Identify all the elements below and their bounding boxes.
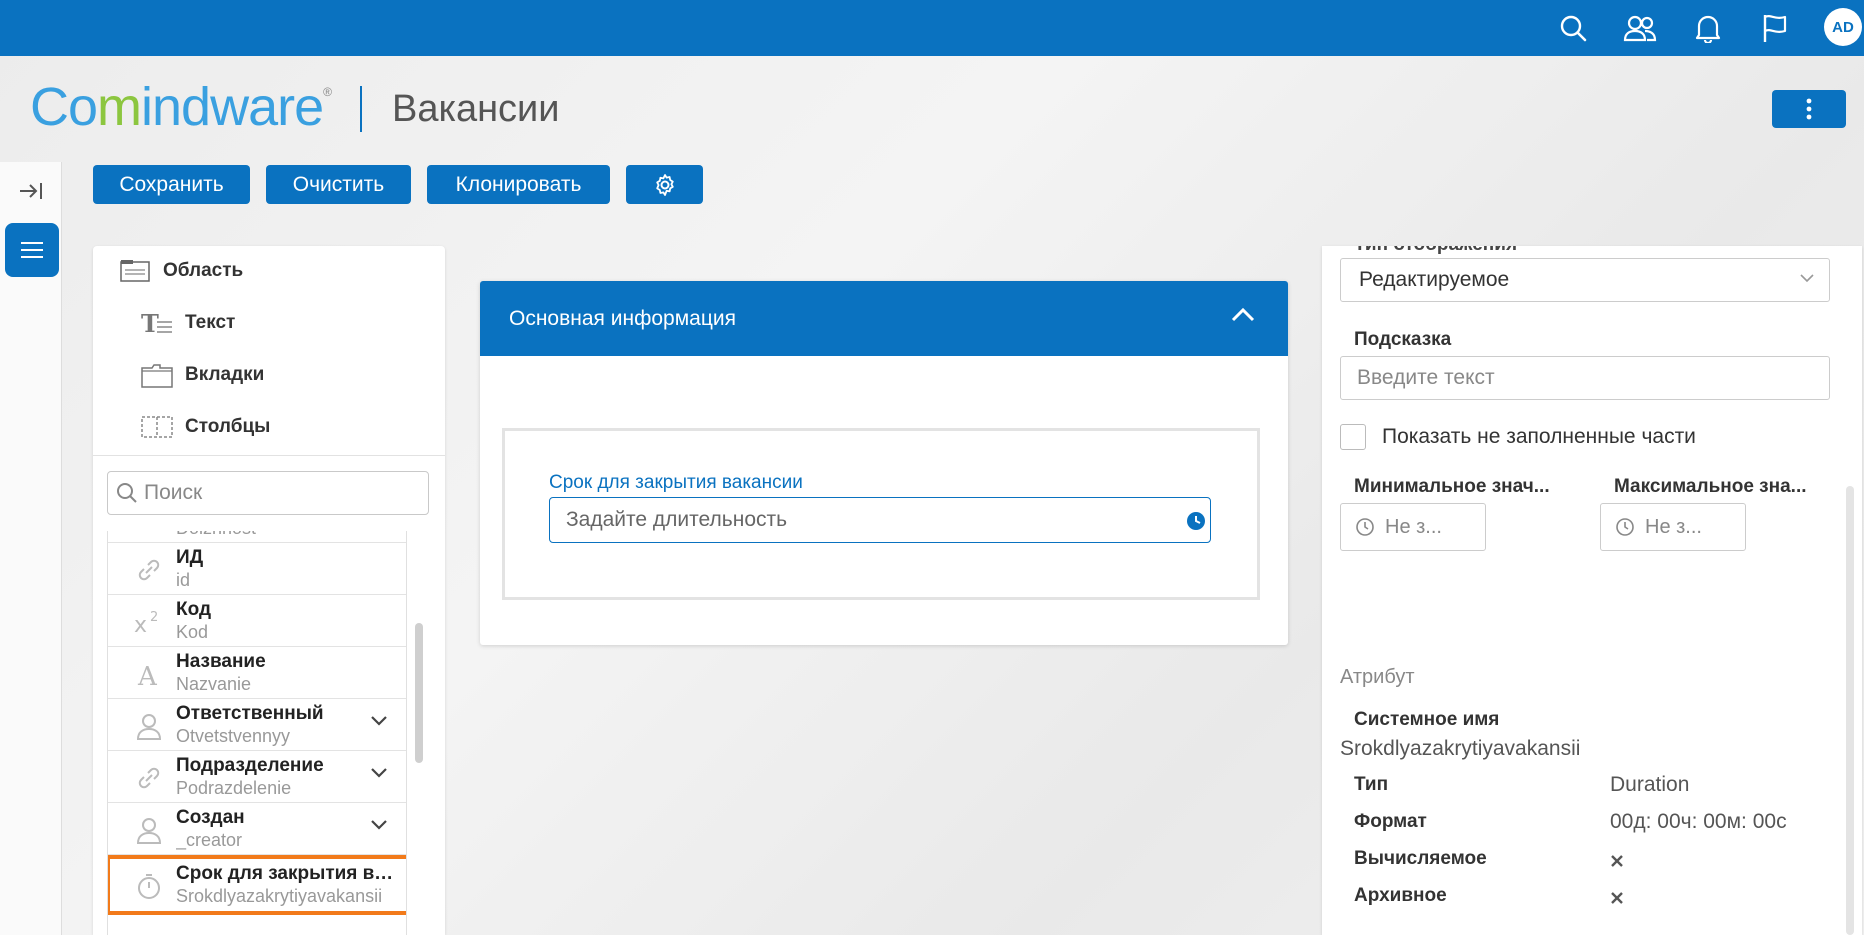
list-item[interactable]: Ответственный Otvetstvennyy <box>108 699 406 751</box>
components-panel: Область T Текст Вкладки Столбцы Поиск Do… <box>93 246 445 935</box>
comindware-logo: Comindware® <box>30 77 332 137</box>
list-item-selected[interactable]: Срок для закрытия вакансии Srokdlyazakry… <box>108 855 406 915</box>
svg-text:A: A <box>137 662 158 688</box>
clear-button[interactable]: Очистить <box>266 165 411 204</box>
format-label: Формат <box>1354 811 1427 832</box>
chevron-down-icon[interactable] <box>370 767 388 779</box>
kebab-icon <box>1806 98 1812 120</box>
display-type-label: Тип отображения <box>1354 246 1517 256</box>
panel-separator <box>93 455 445 456</box>
superscript-icon: x2 <box>134 607 164 637</box>
stopwatch-icon <box>134 871 164 901</box>
list-item[interactable]: Подразделение Podrazdelenie <box>108 751 406 803</box>
clock-icon <box>1615 517 1635 537</box>
tabs-icon <box>141 362 173 388</box>
duration-input[interactable]: Задайте длительность <box>549 497 1211 543</box>
clock-icon <box>1355 517 1375 537</box>
navigation-menu-button[interactable] <box>5 223 59 277</box>
columns-icon <box>141 414 173 440</box>
chevron-down-icon <box>1800 274 1814 283</box>
hint-input[interactable]: Введите текст <box>1340 356 1830 400</box>
chevron-up-icon[interactable] <box>1230 305 1256 323</box>
svg-text:T: T <box>141 310 159 336</box>
component-text[interactable]: T Текст <box>141 310 235 336</box>
field-label: Срок для закрытия вакансии <box>549 472 803 493</box>
properties-scrollbar[interactable] <box>1846 486 1854 935</box>
clone-button[interactable]: Клонировать <box>427 165 610 204</box>
display-type-select[interactable]: Редактируемое <box>1340 258 1830 302</box>
expand-sidebar-button[interactable] <box>16 176 46 206</box>
list-item[interactable]: A Название Nazvanie <box>108 647 406 699</box>
expand-arrow-icon <box>20 183 42 199</box>
component-tabs[interactable]: Вкладки <box>141 362 264 388</box>
clock-icon[interactable] <box>1186 511 1206 531</box>
system-name-label: Системное имя <box>1354 709 1500 730</box>
min-value-label: Минимальное знач... <box>1354 476 1550 497</box>
max-value-input[interactable]: Не з... <box>1600 503 1746 551</box>
search-icon[interactable] <box>1555 10 1591 46</box>
users-icon[interactable] <box>1622 10 1658 46</box>
user-icon <box>134 711 164 741</box>
hint-label: Подсказка <box>1354 329 1452 350</box>
list-item[interactable]: Создан _creator <box>108 803 406 855</box>
flag-icon[interactable] <box>1757 10 1793 46</box>
attribute-list-scrollbar[interactable] <box>415 623 423 763</box>
chevron-down-icon[interactable] <box>370 715 388 727</box>
archived-label: Архивное <box>1354 885 1447 906</box>
more-menu-button[interactable] <box>1772 90 1846 128</box>
cross-icon <box>1611 892 1623 904</box>
cross-icon <box>1611 855 1623 867</box>
system-name-value: Srokdlyazakrytiyavakansii <box>1340 737 1581 760</box>
svg-text:x: x <box>134 613 147 636</box>
user-avatar[interactable]: AD <box>1824 8 1862 46</box>
form-section-card: Основная информация Срок для закрытия ва… <box>480 281 1288 645</box>
list-item[interactable]: x2 Код Kod <box>108 595 406 647</box>
list-item[interactable]: ИД id <box>108 543 406 595</box>
search-icon <box>116 482 138 504</box>
gear-icon <box>655 173 674 196</box>
attribute-section-title: Атрибут <box>1340 666 1415 688</box>
computed-label: Вычисляемое <box>1354 848 1487 869</box>
show-empty-label: Показать не заполненные части <box>1382 425 1696 448</box>
type-value: Duration <box>1610 773 1690 796</box>
header-divider <box>360 86 362 132</box>
component-area[interactable]: Область <box>119 258 243 284</box>
attribute-list: Dolzhnost ИД id x2 Код Kod A Название Na… <box>107 531 407 935</box>
left-rail <box>0 162 62 935</box>
link-icon <box>134 763 164 793</box>
section-title: Основная информация <box>509 306 736 330</box>
list-item[interactable]: Dolzhnost <box>108 531 406 543</box>
area-icon <box>119 258 151 284</box>
field-container[interactable]: Срок для закрытия вакансии Задайте длите… <box>502 428 1260 600</box>
letter-a-icon: A <box>134 659 164 689</box>
text-icon: T <box>141 310 173 336</box>
format-value: 00д: 00ч: 00м: 00с <box>1610 810 1787 833</box>
type-label: Тип <box>1354 774 1389 795</box>
settings-button[interactable] <box>626 165 703 204</box>
component-columns[interactable]: Столбцы <box>141 414 270 440</box>
page-title: Вакансии <box>392 88 560 130</box>
section-header[interactable]: Основная информация <box>480 281 1288 356</box>
show-empty-checkbox[interactable] <box>1340 424 1366 450</box>
properties-panel: Тип отображения Редактируемое Подсказка … <box>1322 246 1862 935</box>
min-value-input[interactable]: Не з... <box>1340 503 1486 551</box>
hamburger-icon <box>21 242 43 258</box>
link-icon <box>134 555 164 585</box>
svg-text:2: 2 <box>150 610 158 625</box>
max-value-label: Максимальное зна... <box>1614 476 1807 497</box>
bell-icon[interactable] <box>1690 10 1726 46</box>
save-button[interactable]: Сохранить <box>93 165 250 204</box>
user-icon <box>134 815 164 845</box>
top-bar: AD <box>0 0 1864 56</box>
chevron-down-icon[interactable] <box>370 819 388 831</box>
search-input[interactable]: Поиск <box>107 471 429 515</box>
